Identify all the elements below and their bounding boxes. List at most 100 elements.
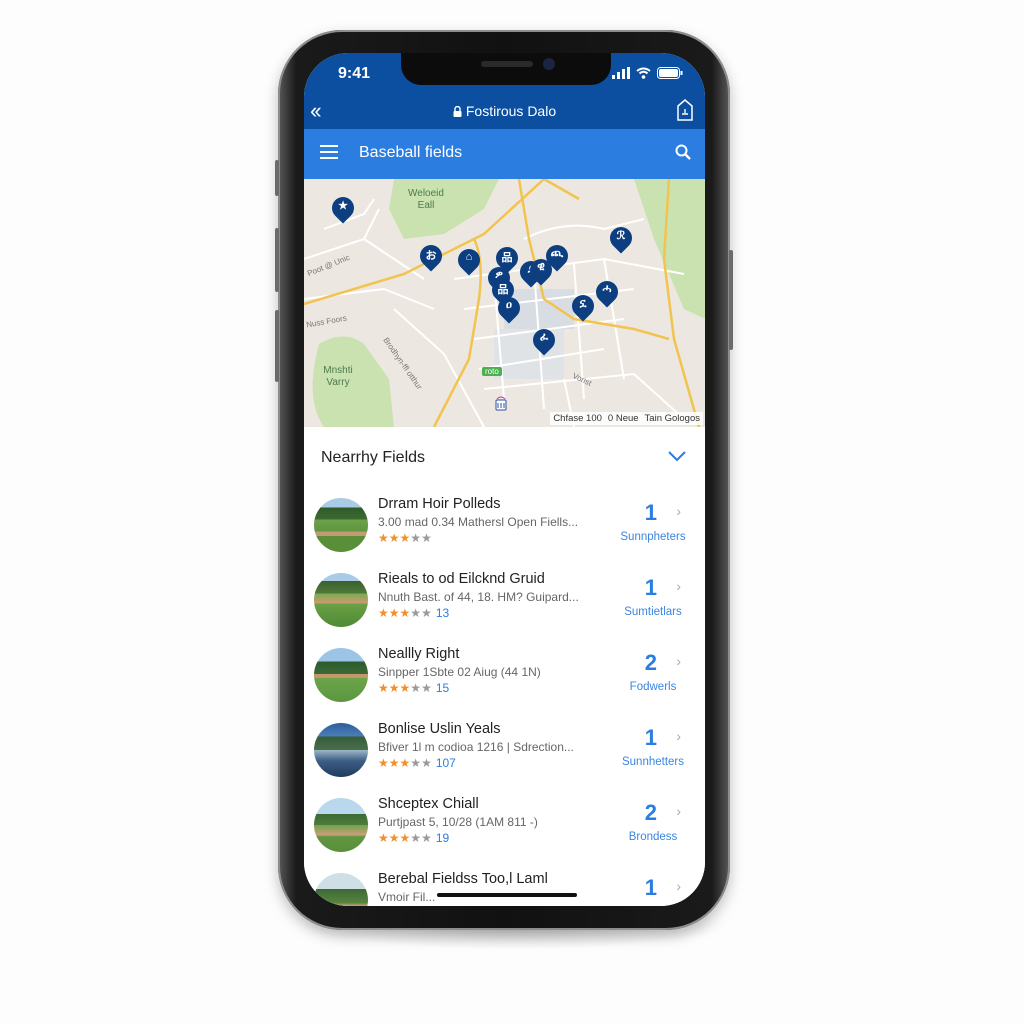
chevron-right-icon: › [676,728,681,744]
menu-button[interactable] [320,145,338,163]
attribution-text: Chfase 100 [553,413,602,424]
share-button[interactable] [677,99,693,126]
status-icons [612,67,683,79]
signal-icon [612,67,630,79]
volume-down-button [275,310,279,382]
field-category: Sunnhetters [621,756,684,768]
collapse-button[interactable] [667,449,687,467]
field-thumbnail [314,648,368,702]
star-icon: ★ [421,606,432,620]
map-view[interactable]: Weloeid Eall Mnshti Varry Poot @ Unic Br… [304,179,705,427]
star-rating: ★★★★★ 107 [378,756,456,770]
map-pin[interactable]: お [415,240,447,275]
star-icon: ★ [410,681,422,695]
star-icon: ★ [399,756,411,770]
star-icon: ★ [388,606,400,620]
hamburger-menu-icon [320,145,338,159]
notch [401,53,611,85]
star-icon: ★ [410,606,422,620]
nearby-fields-panel: Nearrhy Fields Drram Hoir Polleds 3.00 ma… [304,427,705,906]
app-title: Baseball fields [359,144,463,161]
url-display[interactable]: Fostirous Dalo [304,103,705,119]
review-count: 107 [435,756,456,770]
star-rating: ★★★★★ [378,531,436,545]
share-icon [677,99,693,121]
status-time: 9:41 [338,65,371,82]
field-name: Drram Hoir Polleds [378,496,501,512]
star-icon: ★ [378,831,389,845]
field-list-item[interactable]: Drram Hoir Polleds 3.00 mad 0.34 Mathersl… [304,493,705,567]
field-list-item[interactable]: Neallly Right Sinpper 1Sbte 02 Aiug (44 1… [304,643,705,717]
field-category: Fodwerls [629,681,677,693]
power-button [729,250,733,350]
field-name: Berebal Fieldss Too,l Laml [378,871,548,887]
map-pin[interactable]: ⌂ [453,244,485,279]
field-thumbnail [314,723,368,777]
star-icon: ★ [421,756,432,770]
field-count: 1 [644,875,657,900]
chevron-right-icon: › [676,578,681,594]
field-thumbnail [314,798,368,852]
field-details: Vmoir Fil... [378,890,436,904]
star-rating: ★★★★★ 19 [378,831,449,845]
star-icon: ★ [410,831,422,845]
map-pin[interactable]: ፈ [528,324,560,359]
map-label-park-north: Weloeid Eall [408,188,444,211]
browser-bar: ‹‹ Fostirous Dalo [304,97,705,129]
map-pin[interactable]: ሓ [591,276,623,311]
field-count: 2 [644,650,657,675]
map-pin[interactable]: ጪ [541,240,573,275]
field-count: 2 [644,800,657,825]
field-thumbnail [314,573,368,627]
star-icon: ★ [421,831,432,845]
app-bar: Baseball fields [304,129,705,179]
battery-icon [657,67,683,79]
chevron-right-icon: › [676,503,681,519]
field-category: Brondess [628,831,678,843]
chevron-down-icon [668,451,686,462]
field-name: Neallly Right [378,646,460,662]
url-text: Fostirous Dalo [465,103,557,119]
field-name: Rieals to od Eilcknd Gruid [378,571,545,587]
search-button[interactable] [675,144,691,165]
map-pin[interactable]: ★ [327,192,359,227]
field-details: Nnuth Bast. of 44, 18. HM? Guipard... [378,590,579,604]
star-icon: ★ [421,681,432,695]
chevron-right-icon: › [676,803,681,819]
attribution-text: Tain Gologos [644,413,700,424]
map-poi-badge: roto [482,367,502,376]
home-indicator[interactable] [437,893,577,897]
attribution-text: 0 Neue [607,413,639,424]
silent-switch [275,160,279,196]
field-details: Bfiver 1l m codioa 1216 | Sdrection... [378,740,574,754]
map-pin[interactable]: ℛ [605,222,637,257]
phone-screen: 9:41 ‹‹ Fostirous Dalo Baseball fields W… [304,53,705,906]
field-details: Purtjpast 5, 10/28 (1AM 811 -) [378,815,538,829]
map-pin[interactable]: ኗ [567,290,599,325]
section-title: Nearrhy Fields [321,449,426,466]
star-icon: ★ [388,531,400,545]
field-list-item[interactable]: Bonlise Uslin Yeals Bfiver 1l m codioa 12… [304,718,705,792]
search-icon [675,144,691,160]
review-count: 13 [435,606,450,620]
map-label-park-west: Mnshti Varry [323,365,353,388]
wifi-icon [636,67,651,79]
field-thumbnail [314,498,368,552]
star-icon: ★ [399,531,411,545]
field-thumbnail [314,873,368,906]
field-list-item[interactable]: Shceptex Chiall Purtjpast 5, 10/28 (1AM 8… [304,793,705,867]
speaker [481,61,533,67]
star-icon: ★ [388,681,400,695]
map-attribution: Chfase 100 0 Neue Tain Gologos [550,412,703,425]
star-icon: ★ [410,531,422,545]
star-icon: ★ [421,531,432,545]
review-count: 19 [435,831,450,845]
field-category: Sumtietlars [624,606,682,618]
map-pin[interactable]: ዐ [493,292,525,327]
field-list-item[interactable]: Rieals to od Eilcknd Gruid Nnuth Bast. of… [304,568,705,642]
star-icon: ★ [410,756,422,770]
field-list-item[interactable]: Berebal Fieldss Too,l Laml Vmoir Fil... 1 › [304,868,705,906]
star-rating: ★★★★★ 13 [378,606,449,620]
chevron-right-icon: › [676,653,681,669]
field-count: 1 [644,575,657,600]
